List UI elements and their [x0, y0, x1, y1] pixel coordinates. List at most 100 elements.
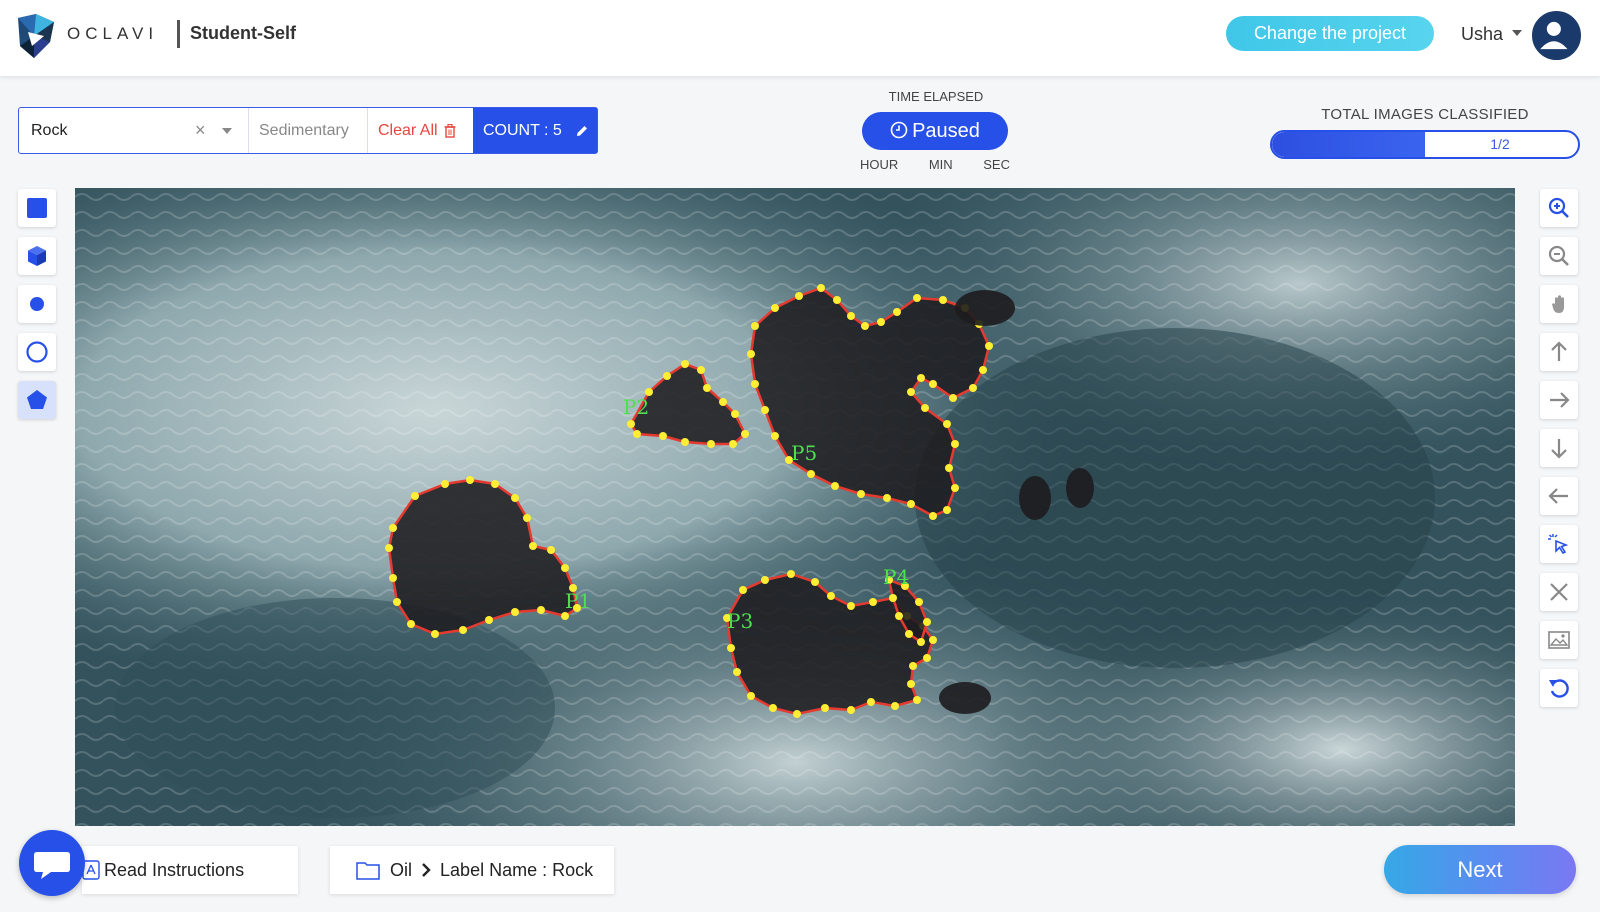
polygon-vertex[interactable] [751, 380, 759, 388]
polygon-vertex[interactable] [923, 618, 931, 626]
polygon-vertex[interactable] [795, 292, 803, 300]
polygon-vertex[interactable] [769, 704, 777, 712]
polygon-vertex[interactable] [393, 598, 401, 606]
cuboid-tool[interactable] [18, 237, 56, 275]
polygon-vertex[interactable] [663, 372, 671, 380]
polygon-vertex[interactable] [659, 432, 667, 440]
polygon-vertex[interactable] [847, 312, 855, 320]
sub-label-input[interactable]: Sedimentary [249, 108, 368, 153]
polygon-vertex[interactable] [913, 294, 921, 302]
polygon-vertex[interactable] [939, 296, 947, 304]
label-dropdown-caret-icon[interactable] [222, 128, 232, 134]
polygon-vertex[interactable] [969, 384, 977, 392]
zoom-out-button[interactable] [1540, 237, 1578, 275]
polygon-vertex[interactable] [893, 308, 901, 316]
polygon-vertex[interactable] [491, 480, 499, 488]
polygon-vertex[interactable] [485, 616, 493, 624]
polygon-vertex[interactable] [727, 644, 735, 652]
polygon-vertex[interactable] [389, 574, 397, 582]
polygon-vertex[interactable] [459, 626, 467, 634]
polygon-vertex[interactable] [431, 630, 439, 638]
polygon-vertex[interactable] [891, 702, 899, 710]
polygon-vertex[interactable] [909, 662, 917, 670]
polygon-vertex[interactable] [869, 598, 877, 606]
polygon-vertex[interactable] [921, 404, 929, 412]
label-clear-icon[interactable]: × [195, 120, 206, 141]
timer-pause-button[interactable]: Paused [862, 112, 1008, 150]
edit-pencil-icon[interactable] [575, 124, 589, 138]
polygon-vertex[interactable] [943, 506, 951, 514]
rectangle-tool[interactable] [18, 189, 56, 227]
polygon-vertex[interactable] [929, 512, 937, 520]
clear-all-button[interactable]: Clear All [368, 108, 473, 153]
polygon-vertex[interactable] [385, 544, 393, 552]
polygon-vertex[interactable] [923, 654, 931, 662]
move-up-button[interactable] [1540, 333, 1578, 371]
polygon-vertex[interactable] [951, 440, 959, 448]
polygon-vertex[interactable] [771, 304, 779, 312]
polygon-vertex[interactable] [547, 546, 555, 554]
polygon-vertex[interactable] [943, 420, 951, 428]
polygon-vertex[interactable] [697, 366, 705, 374]
polygon-vertex[interactable] [761, 406, 769, 414]
point-tool[interactable] [18, 285, 56, 323]
polygon-vertex[interactable] [951, 484, 959, 492]
polygon-vertex[interactable] [741, 430, 749, 438]
zoom-in-button[interactable] [1540, 189, 1578, 227]
polygon-vertex[interactable] [847, 602, 855, 610]
polygon-vertex[interactable] [739, 586, 747, 594]
polygon-vertex[interactable] [895, 612, 903, 620]
move-down-button[interactable] [1540, 429, 1578, 467]
polygon-vertex[interactable] [857, 490, 865, 498]
user-menu-name[interactable]: Usha [1461, 24, 1503, 45]
polygon-vertex[interactable] [529, 542, 537, 550]
polygon-vertex[interactable] [681, 438, 689, 446]
polygon-vertex[interactable] [733, 668, 741, 676]
polygon-vertex[interactable] [811, 578, 819, 586]
polygon-vertex[interactable] [915, 598, 923, 606]
polygon-vertex[interactable] [747, 350, 755, 358]
label-breadcrumb[interactable]: Oil Label Name : Rock [330, 846, 614, 894]
clear-button[interactable] [1540, 573, 1578, 611]
read-instructions-button[interactable]: Read Instructions [82, 846, 298, 894]
avatar[interactable] [1532, 11, 1581, 60]
polygon-vertex[interactable] [729, 440, 737, 448]
polygon-vertex[interactable] [771, 432, 779, 440]
polygon-vertex[interactable] [537, 606, 545, 614]
polygon-vertex[interactable] [831, 482, 839, 490]
polygon-vertex[interactable] [883, 494, 891, 502]
polygon-vertex[interactable] [821, 704, 829, 712]
polygon-vertex[interactable] [929, 380, 937, 388]
polygon-vertex[interactable] [681, 360, 689, 368]
image-button[interactable] [1540, 621, 1578, 659]
polygon-vertex[interactable] [707, 440, 715, 448]
polygon-vertex[interactable] [917, 374, 925, 382]
change-project-button[interactable]: Change the project [1226, 16, 1434, 51]
polygon-vertex[interactable] [751, 322, 759, 330]
polygon-vertex[interactable] [747, 692, 755, 700]
annotation-canvas[interactable]: P1 P2 P3 P4 P5 [75, 188, 1515, 826]
polygon-vertex[interactable] [917, 638, 925, 646]
polygon-vertex[interactable] [761, 576, 769, 584]
polygon-vertex[interactable] [633, 430, 641, 438]
polygon-vertex[interactable] [985, 342, 993, 350]
polygon-vertex[interactable] [511, 608, 519, 616]
polygon-vertex[interactable] [407, 620, 415, 628]
polygon-vertex[interactable] [511, 494, 519, 502]
polygon-vertex[interactable] [466, 476, 474, 484]
polygon-vertex[interactable] [905, 630, 913, 638]
polygon-vertex[interactable] [907, 680, 915, 688]
polygon-vertex[interactable] [719, 398, 727, 406]
polygon-vertex[interactable] [949, 394, 957, 402]
polygon-vertex[interactable] [907, 388, 915, 396]
select-button[interactable] [1540, 525, 1578, 563]
polygon-vertex[interactable] [847, 706, 855, 714]
polygon-vertex[interactable] [523, 514, 531, 522]
polygon-vertex[interactable] [889, 594, 897, 602]
polygon-vertex[interactable] [703, 384, 711, 392]
polygon-vertex[interactable] [913, 696, 921, 704]
reset-button[interactable] [1540, 669, 1578, 707]
polygon-vertex[interactable] [793, 710, 801, 718]
polygon-vertex[interactable] [807, 470, 815, 478]
polygon-vertex[interactable] [867, 698, 875, 706]
